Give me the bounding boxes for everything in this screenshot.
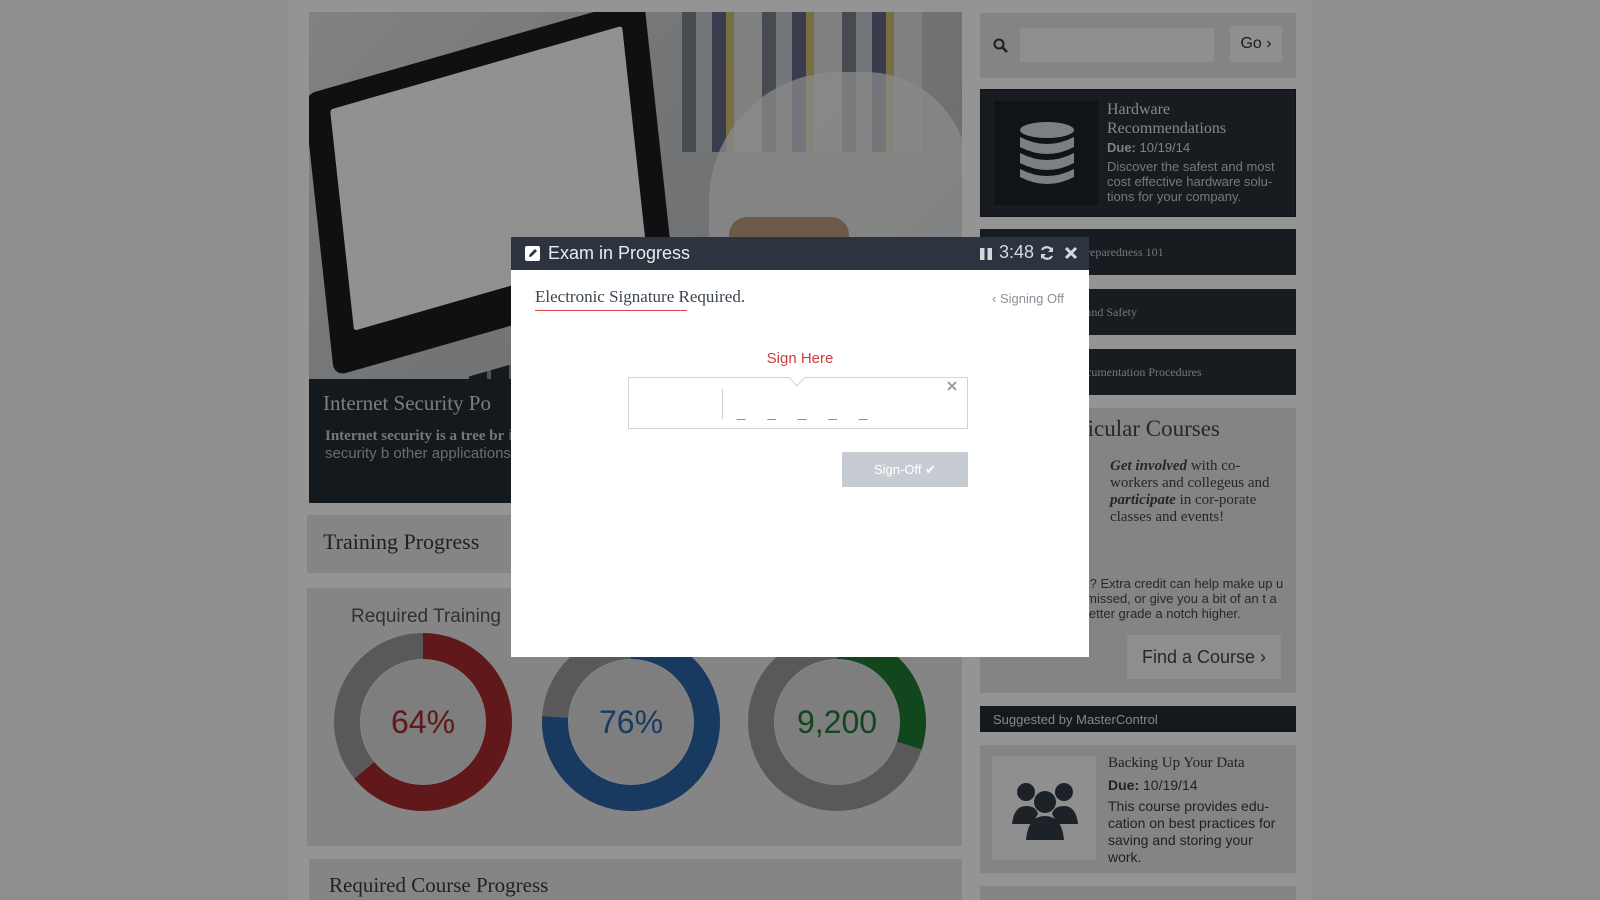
exam-timer: 3:48 (999, 242, 1035, 262)
signature-pointer (789, 377, 805, 387)
close-icon[interactable] (1064, 246, 1078, 260)
chevron-left-icon: ‹ (992, 291, 997, 306)
signature-title-main: Electronic Signature (535, 287, 675, 306)
modal-title: Exam in Progress (548, 243, 691, 263)
checkmark-icon: ✔ (925, 461, 936, 477)
signing-off-link[interactable]: ‹ Signing Off (992, 291, 1064, 306)
edit-icon (525, 246, 540, 261)
exam-modal: Exam in Progress 3:48 Electronic Signatu… (511, 237, 1089, 657)
sign-off-label: Sign-Off (874, 461, 922, 477)
signature-title: Electronic Signature Required. (535, 287, 745, 307)
signature-title-underline (535, 310, 687, 311)
modal-header: Exam in Progress 3:48 (511, 237, 1089, 270)
refresh-icon[interactable] (1039, 245, 1055, 261)
signing-off-label: Signing Off (999, 291, 1065, 306)
sign-off-button[interactable]: Sign-Off ✔ (842, 452, 968, 487)
sign-here-label: Sign Here (766, 350, 834, 367)
clear-signature-icon[interactable] (947, 381, 957, 391)
signature-title-rest: Required. (678, 287, 746, 306)
signature-field[interactable]: _ _ _ _ _ (628, 377, 968, 429)
pause-icon[interactable] (979, 247, 993, 261)
signature-cursor (722, 389, 723, 419)
signature-placeholder: _ _ _ _ _ (737, 404, 877, 421)
